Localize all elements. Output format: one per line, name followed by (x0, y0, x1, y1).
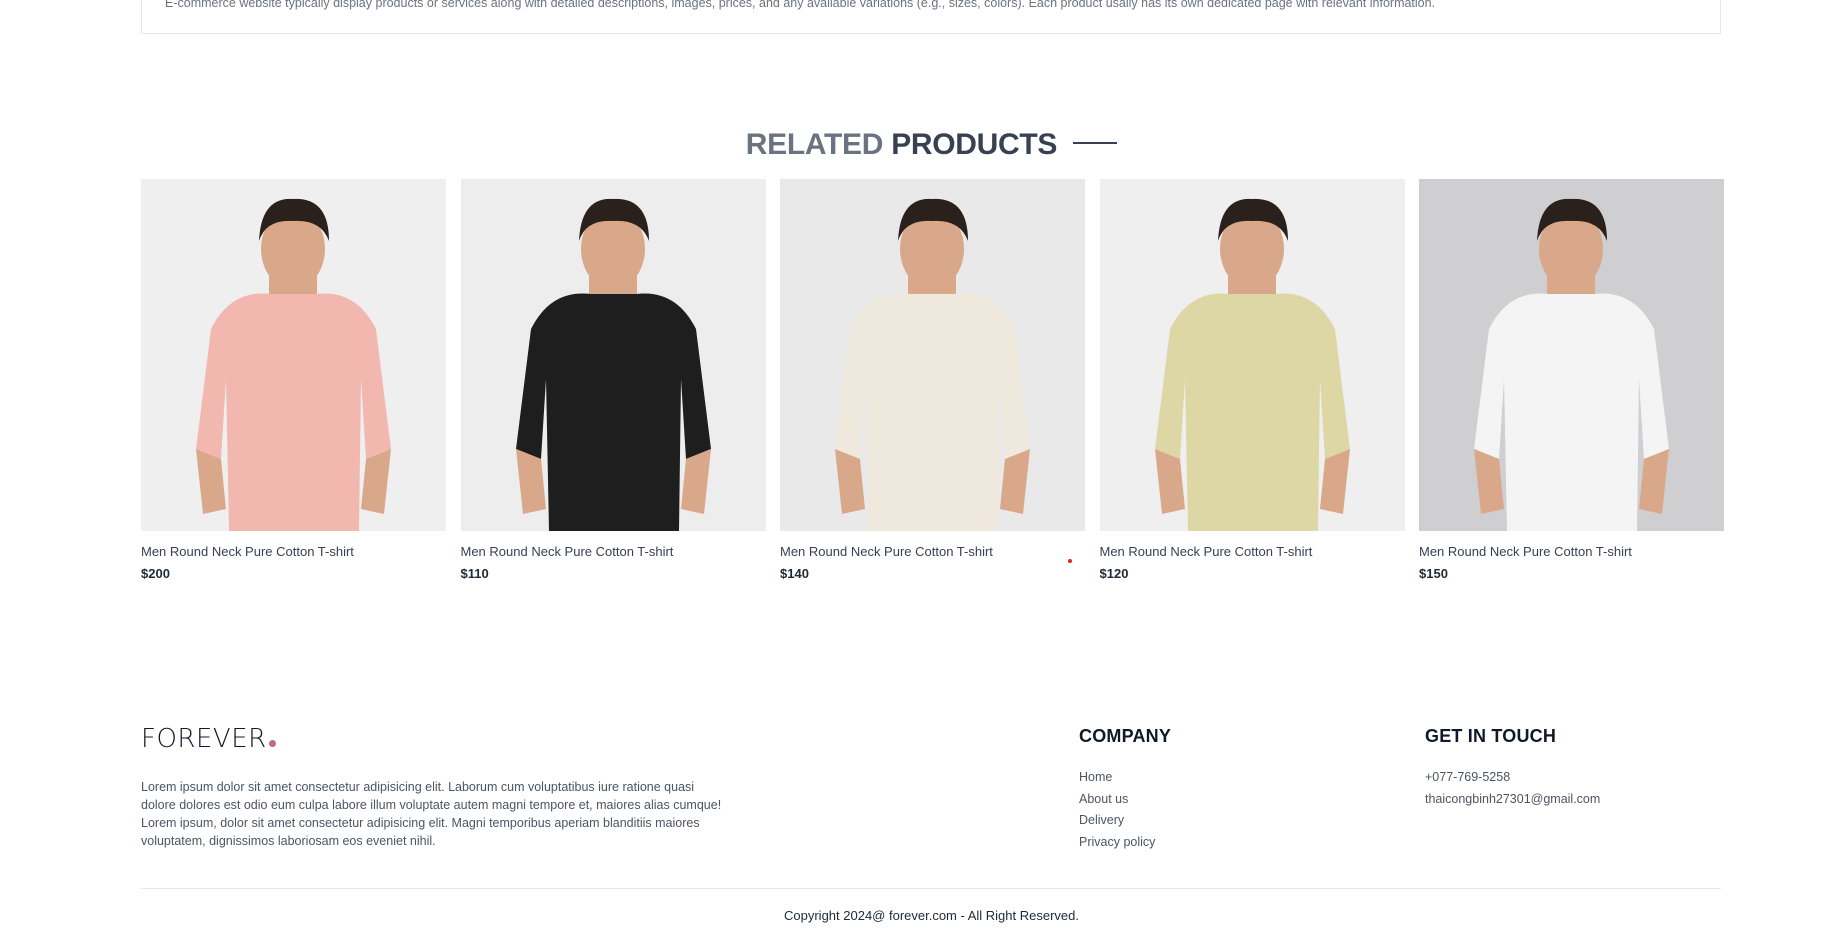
footer-link-delivery[interactable]: Delivery (1079, 810, 1155, 832)
contact-title: GET IN TOUCH (1425, 726, 1557, 746)
product-price: $140 (780, 566, 809, 581)
product-name[interactable]: Men Round Neck Pure Cotton T-shirt (1419, 544, 1724, 559)
footer-link-about[interactable]: About us (1079, 789, 1155, 811)
company-links: Home About us Delivery Privacy policy (1079, 767, 1155, 853)
contact-phone: +077-769-5258 (1425, 770, 1511, 784)
product-image[interactable] (780, 179, 1085, 531)
contact-email: thaicongbinh27301@gmail.com (1425, 791, 1601, 806)
product-price: $110 (460, 566, 489, 581)
related-products-grid: Men Round Neck Pure Cotton T-shirt $200 … (141, 179, 1724, 581)
related-title-light: RELATED (745, 128, 884, 161)
product-card[interactable]: Men Round Neck Pure Cotton T-shirt $140 (780, 179, 1085, 581)
related-title-bold: PRODUCTS (891, 128, 1058, 161)
footer-logo[interactable]: FOREVER (141, 724, 276, 754)
logo-text: FOREVER (141, 724, 267, 754)
contact-list: +077-769-5258 thaicongbinh27301@gmail.co… (1425, 767, 1600, 810)
product-card[interactable]: Men Round Neck Pure Cotton T-shirt $110 (460, 179, 766, 581)
footer-divider (141, 888, 1721, 889)
product-name[interactable]: Men Round Neck Pure Cotton T-shirt (780, 544, 1085, 559)
product-price: $150 (1419, 566, 1448, 581)
product-image[interactable] (141, 179, 446, 531)
model-illustration (835, 198, 1030, 531)
model-illustration (515, 198, 711, 531)
logo-dot (268, 740, 276, 747)
company-title: COMPANY (1079, 726, 1172, 746)
related-products-title: RELATED PRODUCTS (0, 128, 1823, 162)
product-card[interactable]: Men Round Neck Pure Cotton T-shirt $120 (1099, 179, 1405, 581)
product-image[interactable] (1099, 179, 1405, 531)
product-description-box: E-commerce website typically display pro… (141, 0, 1721, 34)
cursor-dot (1068, 559, 1072, 563)
model-illustration (196, 198, 391, 531)
footer-link-privacy[interactable]: Privacy policy (1079, 832, 1155, 854)
product-description-text: E-commerce website typically display pro… (165, 0, 1436, 10)
product-name[interactable]: Men Round Neck Pure Cotton T-shirt (141, 544, 446, 559)
product-price: $120 (1099, 566, 1129, 581)
title-underline (1073, 142, 1118, 145)
product-name[interactable]: Men Round Neck Pure Cotton T-shirt (1100, 544, 1405, 559)
product-image[interactable] (460, 179, 766, 531)
product-name[interactable]: Men Round Neck Pure Cotton T-shirt (461, 544, 766, 559)
footer-about-text: Lorem ipsum dolor sit amet consectetur a… (141, 780, 722, 848)
product-price: $200 (141, 566, 170, 581)
copyright-text: Copyright 2024@ forever.com - All Right … (784, 908, 1079, 923)
model-illustration (1474, 198, 1669, 531)
product-card[interactable]: Men Round Neck Pure Cotton T-shirt $150 (1419, 179, 1724, 581)
product-card[interactable]: Men Round Neck Pure Cotton T-shirt $200 (141, 179, 446, 581)
model-illustration (1154, 198, 1350, 531)
footer-link-home[interactable]: Home (1079, 767, 1155, 789)
product-image[interactable] (1419, 179, 1724, 531)
